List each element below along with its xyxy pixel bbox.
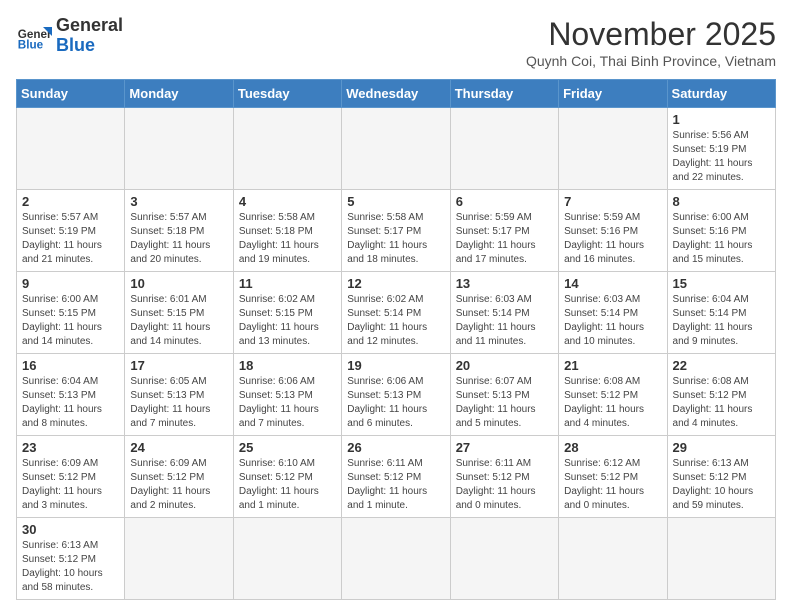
- empty-cell: [342, 518, 450, 600]
- empty-cell: [559, 518, 667, 600]
- empty-cell: [342, 108, 450, 190]
- day-12: 12 Sunrise: 6:02 AM Sunset: 5:14 PM Dayl…: [342, 272, 450, 354]
- day-6: 6 Sunrise: 5:59 AM Sunset: 5:17 PM Dayli…: [450, 190, 558, 272]
- day-28: 28 Sunrise: 6:12 AM Sunset: 5:12 PM Dayl…: [559, 436, 667, 518]
- calendar-table: Sunday Monday Tuesday Wednesday Thursday…: [16, 79, 776, 600]
- day-16: 16 Sunrise: 6:04 AM Sunset: 5:13 PM Dayl…: [17, 354, 125, 436]
- day-2: 2 Sunrise: 5:57 AM Sunset: 5:19 PM Dayli…: [17, 190, 125, 272]
- page-header: General Blue GeneralBlue November 2025 Q…: [16, 16, 776, 69]
- svg-text:Blue: Blue: [18, 38, 44, 51]
- day-29: 29 Sunrise: 6:13 AM Sunset: 5:12 PM Dayl…: [667, 436, 775, 518]
- day-11: 11 Sunrise: 6:02 AM Sunset: 5:15 PM Dayl…: [233, 272, 341, 354]
- day-13: 13 Sunrise: 6:03 AM Sunset: 5:14 PM Dayl…: [450, 272, 558, 354]
- empty-cell: [450, 108, 558, 190]
- day-24: 24 Sunrise: 6:09 AM Sunset: 5:12 PM Dayl…: [125, 436, 233, 518]
- day-7: 7 Sunrise: 5:59 AM Sunset: 5:16 PM Dayli…: [559, 190, 667, 272]
- empty-cell: [17, 108, 125, 190]
- header-thursday: Thursday: [450, 80, 558, 108]
- day-8: 8 Sunrise: 6:00 AM Sunset: 5:16 PM Dayli…: [667, 190, 775, 272]
- day-1: 1 Sunrise: 5:56 AM Sunset: 5:19 PM Dayli…: [667, 108, 775, 190]
- day-26: 26 Sunrise: 6:11 AM Sunset: 5:12 PM Dayl…: [342, 436, 450, 518]
- header-monday: Monday: [125, 80, 233, 108]
- empty-cell: [233, 108, 341, 190]
- calendar-row-4: 16 Sunrise: 6:04 AM Sunset: 5:13 PM Dayl…: [17, 354, 776, 436]
- empty-cell: [125, 108, 233, 190]
- day-30: 30 Sunrise: 6:13 AM Sunset: 5:12 PM Dayl…: [17, 518, 125, 600]
- calendar-row-2: 2 Sunrise: 5:57 AM Sunset: 5:19 PM Dayli…: [17, 190, 776, 272]
- day-14: 14 Sunrise: 6:03 AM Sunset: 5:14 PM Dayl…: [559, 272, 667, 354]
- day-20: 20 Sunrise: 6:07 AM Sunset: 5:13 PM Dayl…: [450, 354, 558, 436]
- day-19: 19 Sunrise: 6:06 AM Sunset: 5:13 PM Dayl…: [342, 354, 450, 436]
- logo-icon: General Blue: [16, 18, 52, 54]
- day-21: 21 Sunrise: 6:08 AM Sunset: 5:12 PM Dayl…: [559, 354, 667, 436]
- day-3: 3 Sunrise: 5:57 AM Sunset: 5:18 PM Dayli…: [125, 190, 233, 272]
- empty-cell: [450, 518, 558, 600]
- empty-cell: [667, 518, 775, 600]
- empty-cell: [559, 108, 667, 190]
- day-18: 18 Sunrise: 6:06 AM Sunset: 5:13 PM Dayl…: [233, 354, 341, 436]
- day-9: 9 Sunrise: 6:00 AM Sunset: 5:15 PM Dayli…: [17, 272, 125, 354]
- day-15: 15 Sunrise: 6:04 AM Sunset: 5:14 PM Dayl…: [667, 272, 775, 354]
- empty-cell: [233, 518, 341, 600]
- calendar-row-6: 30 Sunrise: 6:13 AM Sunset: 5:12 PM Dayl…: [17, 518, 776, 600]
- calendar-row-3: 9 Sunrise: 6:00 AM Sunset: 5:15 PM Dayli…: [17, 272, 776, 354]
- day-17: 17 Sunrise: 6:05 AM Sunset: 5:13 PM Dayl…: [125, 354, 233, 436]
- calendar-row-1: 1 Sunrise: 5:56 AM Sunset: 5:19 PM Dayli…: [17, 108, 776, 190]
- logo-text: GeneralBlue: [56, 16, 123, 56]
- logo: General Blue GeneralBlue: [16, 16, 123, 56]
- month-title: November 2025: [526, 16, 776, 53]
- day-27: 27 Sunrise: 6:11 AM Sunset: 5:12 PM Dayl…: [450, 436, 558, 518]
- header-tuesday: Tuesday: [233, 80, 341, 108]
- header-wednesday: Wednesday: [342, 80, 450, 108]
- header-friday: Friday: [559, 80, 667, 108]
- day-25: 25 Sunrise: 6:10 AM Sunset: 5:12 PM Dayl…: [233, 436, 341, 518]
- day-22: 22 Sunrise: 6:08 AM Sunset: 5:12 PM Dayl…: [667, 354, 775, 436]
- header-sunday: Sunday: [17, 80, 125, 108]
- day-23: 23 Sunrise: 6:09 AM Sunset: 5:12 PM Dayl…: [17, 436, 125, 518]
- empty-cell: [125, 518, 233, 600]
- header-saturday: Saturday: [667, 80, 775, 108]
- calendar-row-5: 23 Sunrise: 6:09 AM Sunset: 5:12 PM Dayl…: [17, 436, 776, 518]
- day-4: 4 Sunrise: 5:58 AM Sunset: 5:18 PM Dayli…: [233, 190, 341, 272]
- day-10: 10 Sunrise: 6:01 AM Sunset: 5:15 PM Dayl…: [125, 272, 233, 354]
- day-5: 5 Sunrise: 5:58 AM Sunset: 5:17 PM Dayli…: [342, 190, 450, 272]
- location: Quynh Coi, Thai Binh Province, Vietnam: [526, 53, 776, 69]
- weekday-header-row: Sunday Monday Tuesday Wednesday Thursday…: [17, 80, 776, 108]
- title-area: November 2025 Quynh Coi, Thai Binh Provi…: [526, 16, 776, 69]
